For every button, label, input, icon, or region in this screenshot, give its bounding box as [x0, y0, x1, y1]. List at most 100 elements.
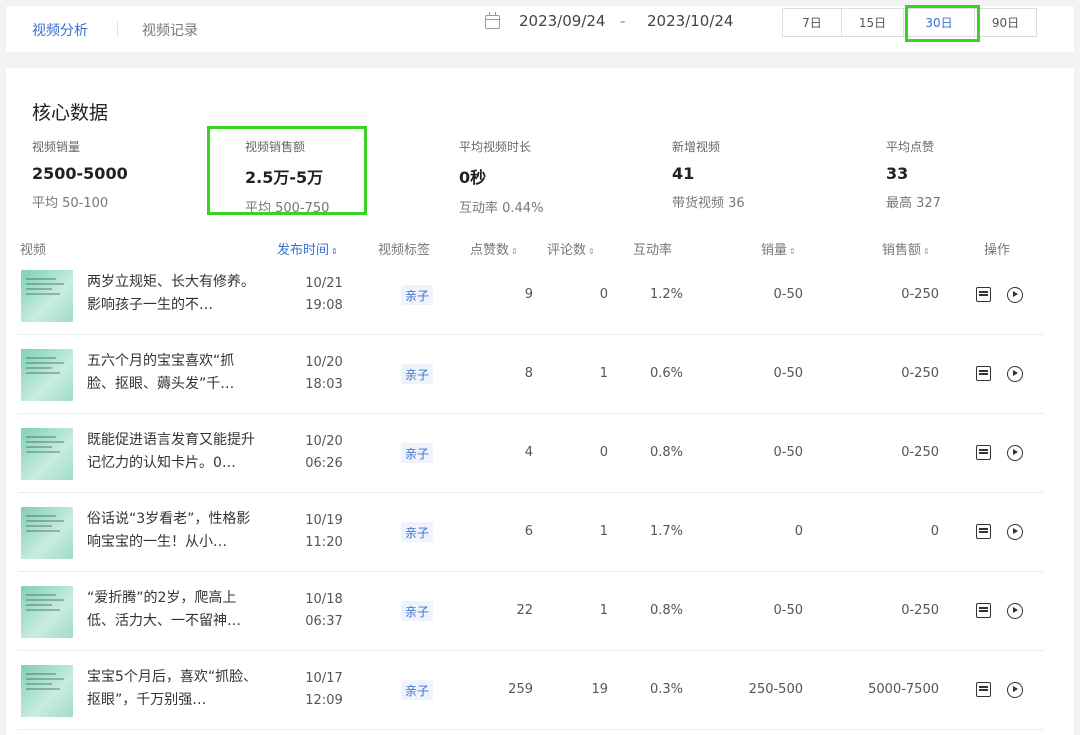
amount-range: 0-250 [901, 366, 939, 381]
date-end-input[interactable]: 2023/10/24 [647, 12, 733, 30]
range-15d-button[interactable]: 15日 [841, 8, 904, 37]
likes-count: 8 [524, 366, 533, 381]
document-icon[interactable] [976, 603, 991, 618]
video-tag: 亲子 [401, 601, 433, 621]
likes-count: 6 [524, 524, 533, 539]
tab-video-analysis[interactable]: 视频分析 [32, 20, 88, 40]
document-icon[interactable] [976, 287, 991, 302]
table-row[interactable]: “爱折腾”的2岁，爬高上低、活力大、一不留神… 10/18 06:37 亲子 22 1 0.… [18, 572, 1044, 651]
video-title[interactable]: “爱折腾”的2岁，爬高上低、活力大、一不留神… [87, 587, 262, 633]
video-thumbnail[interactable] [21, 428, 73, 480]
publish-time: 10/17 12:09 [293, 668, 355, 712]
video-tag: 亲子 [401, 364, 433, 384]
core-data-title: 核心数据 [32, 102, 109, 124]
video-tag: 亲子 [401, 285, 433, 305]
interaction-rate: 0.6% [649, 366, 683, 381]
publish-time: 10/18 06:37 [293, 589, 355, 633]
comments-count: 0 [599, 287, 608, 302]
interaction-rate: 1.7% [649, 524, 683, 539]
publish-date: 10/19 [305, 513, 343, 528]
publish-date: 10/17 [305, 671, 343, 686]
metric-value: 2500-5000 [32, 164, 128, 183]
metric-sub: 带货视频 36 [672, 196, 745, 211]
video-tag: 亲子 [401, 522, 433, 542]
amount-range: 0-250 [901, 287, 939, 302]
interaction-rate: 0.3% [649, 682, 683, 697]
highlight-box-range [905, 5, 980, 42]
sort-icon: ⇕ [331, 247, 338, 256]
metric-video-sales: 视频销量 2500-5000 平均 50-100 [32, 138, 128, 211]
table-row[interactable]: 两岁立规矩、长大有修养。影响孩子一生的不… 10/21 19:08 亲子 9 0 1.2% 0… [18, 256, 1044, 335]
video-thumbnail[interactable] [21, 665, 73, 717]
publish-clock: 06:26 [305, 456, 343, 471]
range-90d-button[interactable]: 90日 [974, 8, 1037, 37]
video-thumbnail[interactable] [21, 349, 73, 401]
sales-range: 0-50 [773, 366, 803, 381]
video-title[interactable]: 既能促进语言发育又能提升记忆力的认知卡片。0… [87, 429, 262, 475]
table-row[interactable]: 宝宝5个月后，喜欢“抓脸、抠眼”，千万别强… 10/17 12:09 亲子 259 19 0… [18, 651, 1044, 730]
table-row[interactable]: 既能促进语言发育又能提升记忆力的认知卡片。0… 10/20 06:26 亲子 4 0 0.8… [18, 414, 1044, 493]
play-icon[interactable] [1007, 524, 1023, 540]
comments-count: 1 [599, 603, 608, 618]
date-start-input[interactable]: 2023/09/24 [519, 12, 605, 30]
likes-count: 259 [508, 682, 533, 697]
video-title[interactable]: 俗话说“3岁看老”，性格影响宝宝的一生！从小… [87, 508, 262, 554]
publish-time: 10/20 18:03 [293, 352, 355, 396]
metric-value: 0秒 [459, 168, 487, 187]
document-icon[interactable] [976, 445, 991, 460]
metric-avg-duration: 平均视频时长 0秒 互动率 0.44% [459, 138, 543, 216]
video-thumbnail[interactable] [21, 507, 73, 559]
video-title[interactable]: 宝宝5个月后，喜欢“抓脸、抠眼”，千万别强… [87, 666, 262, 712]
publish-clock: 06:37 [305, 614, 343, 629]
metric-avg-likes: 平均点赞 33 最高 327 [886, 138, 941, 211]
play-icon[interactable] [1007, 445, 1023, 461]
calendar-icon[interactable] [485, 12, 500, 29]
video-thumbnail[interactable] [21, 270, 73, 322]
video-title[interactable]: 两岁立规矩、长大有修养。影响孩子一生的不… [87, 271, 262, 317]
publish-date: 10/18 [305, 592, 343, 607]
publish-date: 10/21 [305, 276, 343, 291]
amount-range: 0-250 [901, 445, 939, 460]
document-icon[interactable] [976, 524, 991, 539]
document-icon[interactable] [976, 682, 991, 697]
metric-label: 视频销量 [32, 140, 81, 154]
video-title[interactable]: 五六个月的宝宝喜欢“抓脸、抠眼、薅头发”千… [87, 350, 262, 396]
metric-sub: 平均 50-100 [32, 196, 109, 211]
table-row[interactable]: 五六个月的宝宝喜欢“抓脸、抠眼、薅头发”千… 10/20 18:03 亲子 8 1 0.6%… [18, 335, 1044, 414]
amount-range: 0-250 [901, 603, 939, 618]
metric-label: 平均视频时长 [459, 140, 532, 154]
date-separator: - [620, 12, 626, 30]
amount-range: 5000-7500 [868, 682, 939, 697]
document-icon[interactable] [976, 366, 991, 381]
sort-icon: ⇕ [789, 247, 796, 256]
metric-label: 平均点赞 [886, 140, 935, 154]
publish-clock: 11:20 [305, 535, 343, 550]
sales-range: 0-50 [773, 287, 803, 302]
metric-label: 新增视频 [672, 140, 721, 154]
play-icon[interactable] [1007, 366, 1023, 382]
tab-video-records[interactable]: 视频记录 [142, 20, 198, 40]
interaction-rate: 0.8% [649, 445, 683, 460]
table-row[interactable]: 俗话说“3岁看老”，性格影响宝宝的一生！从小… 10/19 11:20 亲子 6 1 1.7… [18, 493, 1044, 572]
comments-count: 1 [599, 524, 608, 539]
sales-range: 0 [794, 524, 803, 539]
interaction-rate: 0.8% [649, 603, 683, 618]
publish-clock: 19:08 [305, 298, 343, 313]
sort-icon: ⇕ [511, 247, 518, 256]
publish-time: 10/19 11:20 [293, 510, 355, 554]
likes-count: 9 [524, 287, 533, 302]
video-thumbnail[interactable] [21, 586, 73, 638]
sales-range: 250-500 [748, 682, 803, 697]
play-icon[interactable] [1007, 287, 1023, 303]
metric-new-videos: 新增视频 41 带货视频 36 [672, 138, 745, 211]
metric-sub: 最高 327 [886, 196, 941, 211]
video-tag: 亲子 [401, 680, 433, 700]
comments-count: 1 [599, 366, 608, 381]
sales-range: 0-50 [773, 603, 803, 618]
publish-time: 10/21 19:08 [293, 273, 355, 317]
play-icon[interactable] [1007, 603, 1023, 619]
range-7d-button[interactable]: 7日 [782, 8, 842, 37]
play-icon[interactable] [1007, 682, 1023, 698]
comments-count: 19 [591, 682, 608, 697]
metric-sub: 互动率 0.44% [459, 201, 544, 216]
